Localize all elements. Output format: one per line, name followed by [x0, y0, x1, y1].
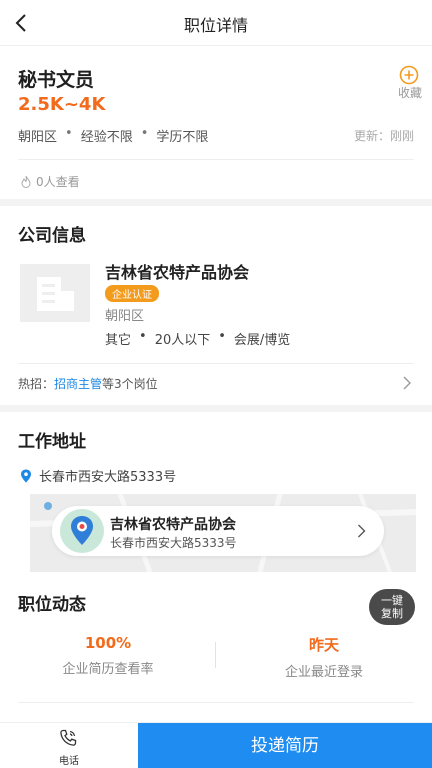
phone-button[interactable]: 电话 — [0, 723, 138, 768]
job-district: 朝阳区 — [18, 130, 58, 145]
flame-icon — [21, 175, 31, 188]
view-count: 0人查看 — [20, 173, 80, 190]
meta-separator: • — [218, 329, 226, 344]
meta-separator: • — [65, 126, 73, 141]
company-tags: 其它 • 20人以下 • 会展/博览 — [105, 329, 290, 348]
building-icon — [37, 277, 74, 311]
company-section-title: 公司信息 — [18, 226, 86, 246]
address-section-title: 工作地址 — [18, 432, 86, 452]
resume-view-rate-value: 100% — [84, 634, 132, 652]
address-line: 长春市西安大路5333号 — [20, 466, 176, 485]
page-title: 职位详情 — [183, 16, 248, 35]
hot-jobs-row[interactable]: 热招：招商主管等3个岗位 — [18, 375, 158, 392]
company-name[interactable]: 吉林省农特产品协会 — [105, 259, 249, 283]
company-field: 会展/博览 — [233, 333, 291, 348]
hot-jobs-prefix: 热招： — [18, 377, 55, 391]
update-value: 刚刚 — [389, 129, 414, 143]
bottom-action-bar: 电话 投递简历 — [0, 722, 432, 768]
job-dynamics-section: 职位动态 100% 企业简历查看率 昨天 企业最近登录 — [0, 582, 432, 722]
meta-separator: • — [139, 329, 147, 344]
resume-view-rate-label: 企业简历查看率 — [62, 662, 154, 677]
hot-job-link[interactable]: 招商主管 — [54, 377, 102, 391]
map-company-name: 吉林省农特产品协会 — [110, 517, 236, 533]
job-meta: 朝阳区 • 经验不限 • 学历不限 — [18, 126, 208, 145]
map-marker — [60, 509, 104, 553]
certified-badge: 企业认证 — [105, 285, 159, 302]
add-favorite-icon[interactable] — [399, 65, 419, 85]
company-industry: 其它 — [105, 333, 132, 348]
update-time: 更新：刚刚 — [354, 127, 414, 144]
map-company-address: 长春市西安大路5333号 — [110, 536, 237, 550]
copy-button-line1: 一键 — [381, 594, 403, 607]
phone-icon — [60, 729, 77, 746]
address-text: 长春市西安大路5333号 — [39, 470, 177, 485]
section-gap — [0, 199, 432, 206]
job-salary: 2.5K~4K — [18, 94, 106, 115]
company-logo[interactable] — [20, 264, 90, 322]
company-size: 20人以下 — [154, 333, 211, 348]
job-education: 学历不限 — [156, 130, 209, 145]
section-gap — [0, 405, 432, 412]
resume-view-rate: 100% 企业简历查看率 — [0, 634, 216, 677]
work-address-section: 工作地址 长春市西安大路5333号 吉林省农特产品协会 长春市西安大路5333号 — [0, 412, 432, 582]
job-experience: 经验不限 — [80, 130, 133, 145]
divider — [18, 363, 414, 364]
favorite-label[interactable]: 收藏 — [390, 84, 430, 101]
submit-resume-button[interactable]: 投递简历 — [138, 723, 432, 768]
copy-button-line2: 复制 — [381, 607, 403, 620]
view-count-text: 0人查看 — [36, 175, 80, 189]
last-login-value: 昨天 — [308, 636, 339, 654]
divider — [18, 159, 414, 160]
map-location-card[interactable]: 吉林省农特产品协会 长春市西安大路5333号 — [52, 506, 384, 556]
meta-separator: • — [140, 126, 149, 141]
update-label: 更新： — [353, 129, 390, 143]
hot-jobs-suffix: 等3个岗位 — [102, 377, 158, 391]
job-title: 秘书文员 — [18, 69, 95, 91]
divider — [18, 702, 414, 703]
last-login: 昨天 企业最近登录 — [216, 634, 432, 680]
dynamics-section-title: 职位动态 — [18, 595, 86, 615]
map-marker-icon — [71, 516, 93, 545]
company-district: 朝阳区 — [105, 309, 145, 324]
last-login-label: 企业最近登录 — [284, 665, 363, 680]
top-navbar: 职位详情 — [0, 0, 432, 46]
chevron-right-icon[interactable] — [357, 524, 366, 538]
company-info-section: 公司信息 吉林省农特产品协会 企业认证 朝阳区 其它 • 20人以下 • 会展/… — [0, 206, 432, 405]
chevron-right-icon[interactable] — [402, 376, 412, 390]
location-pin-icon — [21, 469, 31, 482]
phone-label: 电话 — [59, 756, 79, 767]
job-summary-section: 秘书文员 2.5K~4K 收藏 朝阳区 • 经验不限 • 学历不限 更新：刚刚 … — [0, 46, 432, 199]
one-click-copy-button[interactable]: 一键 复制 — [369, 589, 415, 625]
